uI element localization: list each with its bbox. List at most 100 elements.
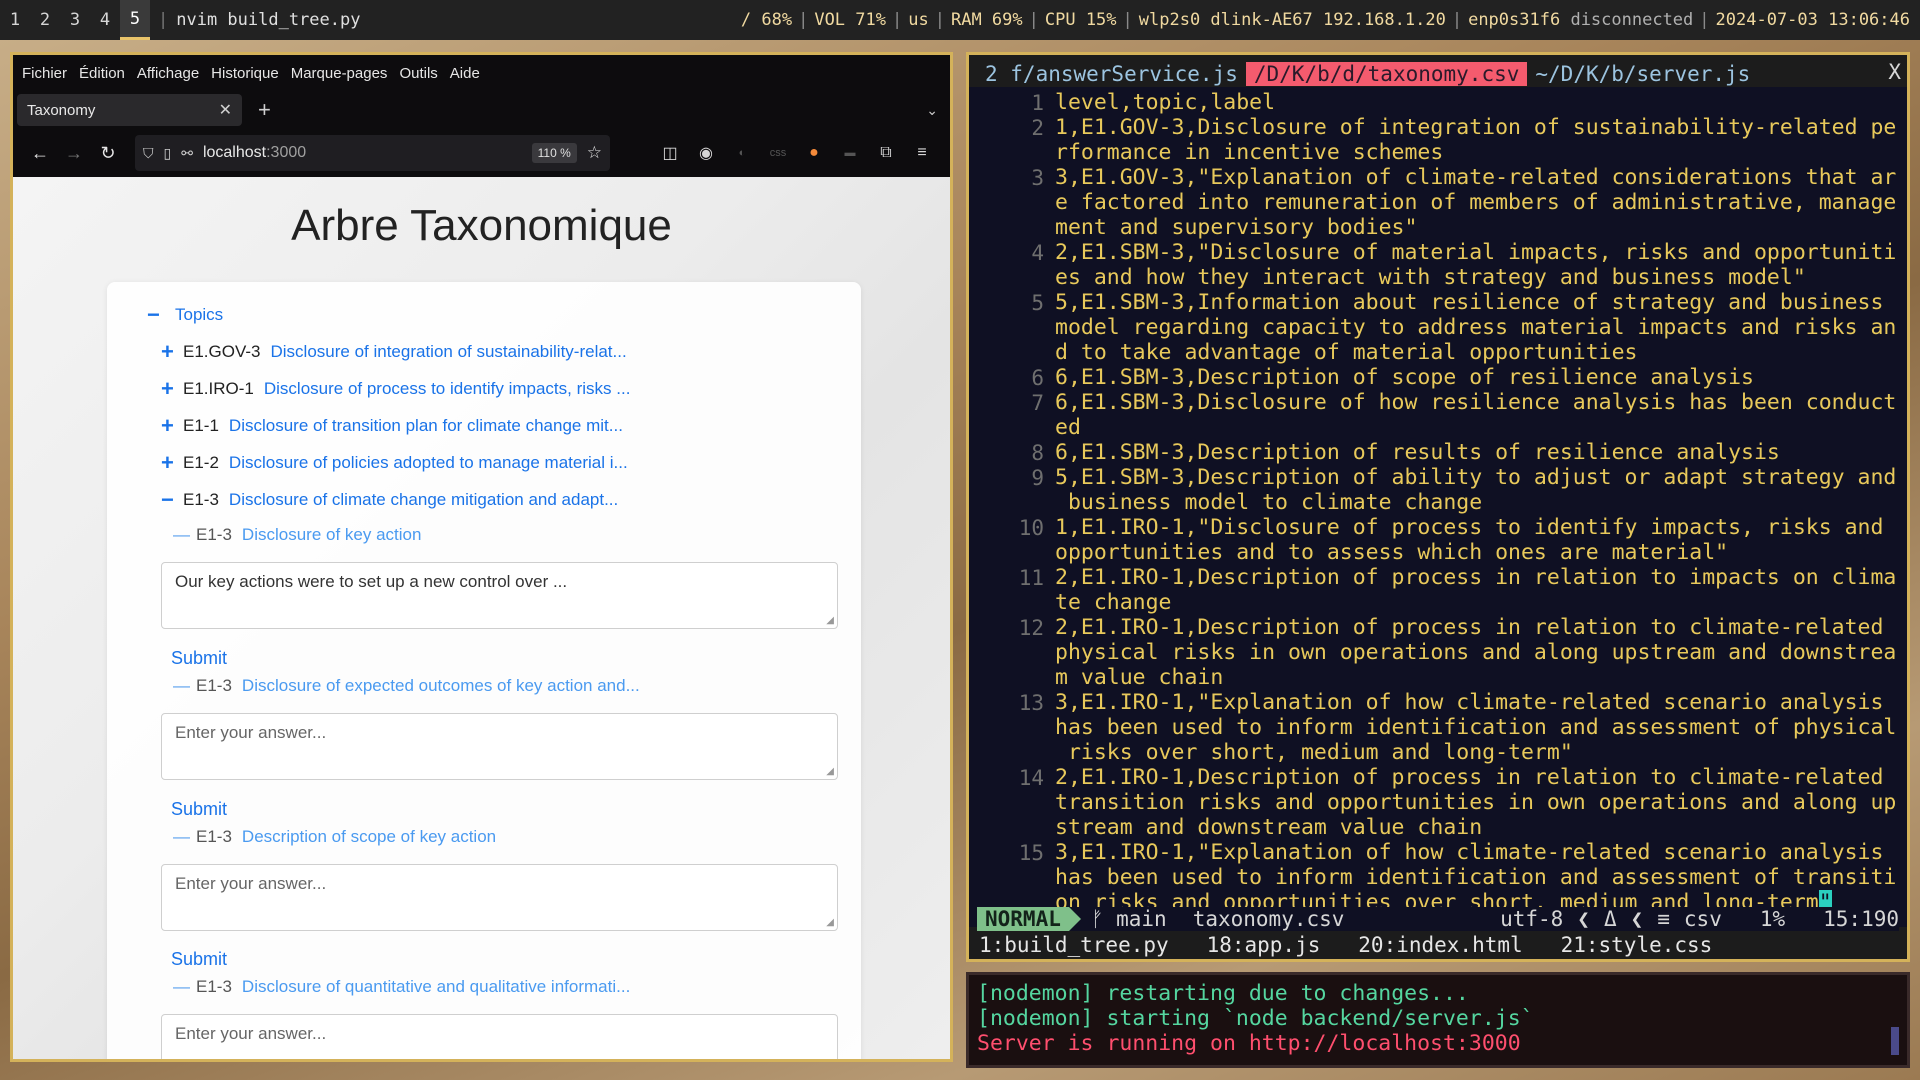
workspace-4[interactable]: 4 <box>90 0 120 40</box>
code-line[interactable]: stream and downstream value chain <box>1055 815 1482 840</box>
editor-tab-active[interactable]: /D/K/b/d/taxonomy.csv <box>1245 62 1528 86</box>
code-line[interactable]: te change <box>1055 590 1172 615</box>
subitem-link[interactable]: Disclosure of expected outcomes of key a… <box>242 676 640 696</box>
code-line[interactable]: risks over short, medium and long-term" <box>1055 740 1573 765</box>
star-icon[interactable]: ☆ <box>587 143 602 163</box>
submit-button[interactable]: Submit <box>171 648 227 669</box>
resize-grip-icon[interactable]: ◢ <box>826 615 834 626</box>
code-line[interactable]: m value chain <box>1055 665 1223 690</box>
account-icon[interactable]: ◉ <box>688 143 724 163</box>
shield-icon[interactable]: ⛉ <box>143 145 154 162</box>
topic-link[interactable]: Disclosure of integration of sustainabil… <box>270 342 626 362</box>
code-line[interactable]: 6,E1.SBM-3,Description of scope of resil… <box>1055 365 1754 390</box>
code-line[interactable]: 2,E1.IRO-1,Description of process in rel… <box>1055 615 1883 640</box>
code-line[interactable]: level,topic,label <box>1055 90 1275 115</box>
code-line[interactable]: 2,E1.SBM-3,"Disclosure of material impac… <box>1055 240 1896 265</box>
close-tab-button[interactable]: X <box>1888 60 1901 84</box>
zoom-level[interactable]: 110 % <box>531 143 577 163</box>
submit-button[interactable]: Submit <box>171 949 227 970</box>
extension-icon-2[interactable]: ▬ <box>832 147 868 159</box>
code-line[interactable]: 2,E1.IRO-1,Description of process in rel… <box>1055 765 1883 790</box>
subitem-link[interactable]: Disclosure of key action <box>242 525 422 545</box>
tree-node[interactable]: + E1.GOV-3 Disclosure of integration of … <box>161 339 627 365</box>
code-line[interactable]: e factored into remuneration of members … <box>1055 190 1896 215</box>
tab-taxonomy[interactable]: Taxonomy ✕ <box>17 94 242 126</box>
code-line[interactable]: 1,E1.GOV-3,Disclosure of integration of … <box>1055 115 1896 140</box>
expand-icon[interactable]: + <box>161 413 183 439</box>
expand-icon[interactable]: + <box>161 450 183 476</box>
code-line[interactable]: 2,E1.IRO-1,Description of process in rel… <box>1055 565 1896 590</box>
reload-icon[interactable]: ↻ <box>91 136 125 170</box>
answer-textarea[interactable]: Enter your answer... ◢ <box>161 864 838 931</box>
answer-textarea[interactable]: Enter your answer... ◢ <box>161 713 838 780</box>
answer-textarea[interactable]: Our key actions were to set up a new con… <box>161 562 838 629</box>
extension-icon[interactable]: ◐ <box>724 147 760 159</box>
code-line[interactable]: es and how they interact with strategy a… <box>1055 265 1806 290</box>
new-tab-icon[interactable]: + <box>258 97 271 123</box>
extensions-icon[interactable]: ⧉ <box>868 144 904 162</box>
topic-link[interactable]: Disclosure of process to identify impact… <box>264 379 631 399</box>
forward-icon[interactable]: → <box>57 136 91 170</box>
buffer-list[interactable]: 1:build_tree.py 18:app.js 20:index.html … <box>979 933 1712 957</box>
resize-grip-icon[interactable]: ◢ <box>826 917 834 928</box>
workspace-5[interactable]: 5 <box>120 0 150 40</box>
tree-node[interactable]: + E1.IRO-1 Disclosure of process to iden… <box>161 376 630 402</box>
menu-affichage[interactable]: Affichage <box>137 65 199 82</box>
menu-historique[interactable]: Historique <box>211 65 279 82</box>
topic-link[interactable]: Disclosure of climate change mitigation … <box>229 490 618 510</box>
workspace-1[interactable]: 1 <box>0 0 30 40</box>
code-line[interactable]: 5,E1.SBM-3,Description of ability to adj… <box>1055 465 1896 490</box>
workspace-2[interactable]: 2 <box>30 0 60 40</box>
tree-node[interactable]: + E1-2 Disclosure of policies adopted to… <box>161 450 628 476</box>
menu-marque-pages[interactable]: Marque-pages <box>291 65 388 82</box>
code-line[interactable]: 6,E1.SBM-3,Description of results of res… <box>1055 440 1780 465</box>
tree-root[interactable]: − Topics <box>147 302 223 328</box>
back-icon[interactable]: ← <box>23 136 57 170</box>
fox-extension-icon[interactable]: ● <box>796 144 832 162</box>
code-line[interactable]: ment and supervisory bodies" <box>1055 215 1417 240</box>
editor-tab[interactable]: ~/D/K/b/server.js <box>1527 62 1758 86</box>
editor-buffer[interactable]: 1 level,topic,label 2 1,E1.GOV-3,Disclosure… <box>969 87 1907 927</box>
code-line[interactable]: ed <box>1055 415 1081 440</box>
collapse-icon[interactable]: − <box>161 487 183 513</box>
collapse-icon[interactable]: − <box>147 302 169 328</box>
editor-tab[interactable]: 2 f/answerService.js <box>977 62 1246 86</box>
expand-icon[interactable]: + <box>161 339 183 365</box>
menu-fichier[interactable]: Fichier <box>22 65 67 82</box>
url-text[interactable]: localhost:3000 <box>203 144 532 162</box>
code-line[interactable]: 3,E1.IRO-1,"Explanation of how climate-r… <box>1055 840 1883 865</box>
pocket-icon[interactable]: ◫ <box>652 143 688 163</box>
workspace-3[interactable]: 3 <box>60 0 90 40</box>
submit-button[interactable]: Submit <box>171 799 227 820</box>
tree-node[interactable]: + E1-1 Disclosure of transition plan for… <box>161 413 623 439</box>
terminal-window[interactable]: [nodemon] restarting due to changes... [… <box>966 972 1910 1068</box>
url-bar[interactable]: ⛉ ▯ ⚯ localhost:3000 110 % ☆ <box>135 135 610 171</box>
code-line[interactable]: 6,E1.SBM-3,Disclosure of how resilience … <box>1055 390 1896 415</box>
subitem-link[interactable]: Disclosure of quantitative and qualitati… <box>242 977 630 997</box>
code-line[interactable]: 5,E1.SBM-3,Information about resilience … <box>1055 290 1883 315</box>
hamburger-menu-icon[interactable]: ≡ <box>904 144 940 162</box>
css-extension-icon[interactable]: css <box>760 147 796 159</box>
close-tab-icon[interactable]: ✕ <box>219 100 232 120</box>
code-line[interactable]: model regarding capacity to address mate… <box>1055 315 1896 340</box>
code-line[interactable]: has been used to inform identification a… <box>1055 865 1896 890</box>
tree-node-expanded[interactable]: − E1-3 Disclosure of climate change miti… <box>161 487 618 513</box>
code-line[interactable]: has been used to inform identification a… <box>1055 715 1896 740</box>
permissions-icon[interactable]: ⚯ <box>181 145 193 162</box>
code-line[interactable]: physical risks in own operations and alo… <box>1055 640 1896 665</box>
code-line[interactable]: business model to climate change <box>1055 490 1482 515</box>
code-line[interactable]: opportunities and to assess which ones a… <box>1055 540 1728 565</box>
menu-edition[interactable]: Édition <box>79 65 125 82</box>
chevron-down-icon[interactable]: ⌄ <box>926 102 938 119</box>
topic-link[interactable]: Disclosure of transition plan for climat… <box>229 416 623 436</box>
expand-icon[interactable]: + <box>161 376 183 402</box>
topic-link[interactable]: Disclosure of policies adopted to manage… <box>229 453 628 473</box>
code-line[interactable]: 1,E1.IRO-1,"Disclosure of process to ide… <box>1055 515 1883 540</box>
resize-grip-icon[interactable]: ◢ <box>826 766 834 777</box>
menu-outils[interactable]: Outils <box>399 65 437 82</box>
answer-textarea[interactable]: Enter your answer... <box>161 1014 838 1059</box>
code-line[interactable]: 3,E1.GOV-3,"Explanation of climate-relat… <box>1055 165 1896 190</box>
code-line[interactable]: 3,E1.IRO-1,"Explanation of how climate-r… <box>1055 690 1883 715</box>
subitem-link[interactable]: Description of scope of key action <box>242 827 496 847</box>
code-line[interactable]: rformance in incentive schemes <box>1055 140 1443 165</box>
